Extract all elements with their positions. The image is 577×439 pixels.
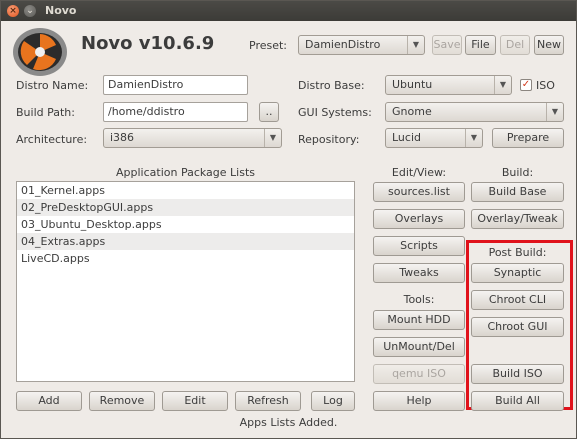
distro-base-label: Distro Base: xyxy=(298,79,365,92)
package-lists-heading: Application Package Lists xyxy=(115,166,255,179)
architecture-value: i386 xyxy=(110,131,135,144)
status-bar: Apps Lists Added. xyxy=(239,416,338,429)
main-window: × ⌄ Novo Novo v10.6.9 Preset: DamienDist… xyxy=(0,0,577,439)
architecture-combo[interactable]: i386 ▼ xyxy=(103,128,282,148)
preset-new-button[interactable]: New xyxy=(534,35,564,55)
overlays-button[interactable]: Overlays xyxy=(373,209,465,229)
preset-save-button: Save xyxy=(432,35,462,55)
preset-value: DamienDistro xyxy=(305,38,381,51)
tweaks-button[interactable]: Tweaks xyxy=(373,263,465,283)
log-button[interactable]: Log xyxy=(311,391,355,411)
scripts-button[interactable]: Scripts xyxy=(373,236,465,256)
app-title: Novo v10.6.9 xyxy=(81,33,215,54)
remove-button[interactable]: Remove xyxy=(89,391,155,411)
repository-value: Lucid xyxy=(392,131,421,144)
chevron-down-icon: ▼ xyxy=(465,129,482,147)
tools-heading: Tools: xyxy=(403,293,435,306)
repository-label: Repository: xyxy=(298,133,360,146)
preset-label: Preset: xyxy=(249,39,288,52)
mount-hdd-button[interactable]: Mount HDD xyxy=(373,310,465,330)
qemu-iso-button: qemu ISO xyxy=(373,364,465,384)
browse-button[interactable]: .. xyxy=(259,102,279,122)
build-all-button[interactable]: Build All xyxy=(471,391,564,411)
preset-combo[interactable]: DamienDistro ▼ xyxy=(298,35,425,55)
gui-systems-combo[interactable]: Gnome ▼ xyxy=(385,102,564,122)
chevron-down-icon: ▼ xyxy=(546,103,563,121)
list-item[interactable]: 03_Ubuntu_Desktop.apps xyxy=(17,216,354,233)
gui-systems-value: Gnome xyxy=(392,105,432,118)
list-item[interactable]: 01_Kernel.apps xyxy=(17,182,354,199)
iso-checkbox[interactable]: ✓ xyxy=(520,79,532,91)
chevron-down-icon: ▼ xyxy=(407,36,424,54)
chevron-down-icon: ▼ xyxy=(494,76,511,94)
chevron-down-icon: ▼ xyxy=(264,129,281,147)
add-button[interactable]: Add xyxy=(16,391,82,411)
distro-base-value: Ubuntu xyxy=(392,78,433,91)
distro-base-combo[interactable]: Ubuntu ▼ xyxy=(385,75,512,95)
window-title: Novo xyxy=(45,4,77,17)
list-item[interactable]: LiveCD.apps xyxy=(17,250,354,267)
sources-list-button[interactable]: sources.list xyxy=(373,182,465,202)
refresh-button[interactable]: Refresh xyxy=(235,391,301,411)
prepare-button[interactable]: Prepare xyxy=(492,128,564,148)
novo-logo-icon xyxy=(13,28,67,76)
gui-systems-label: GUI Systems: xyxy=(298,106,372,119)
package-list[interactable]: 01_Kernel.apps 02_PreDesktopGUI.apps 03_… xyxy=(16,181,355,382)
synaptic-button[interactable]: Synaptic xyxy=(471,263,564,283)
title-bar: × ⌄ Novo xyxy=(1,1,576,21)
unmount-del-button[interactable]: UnMount/Del xyxy=(373,337,465,357)
distro-name-label: Distro Name: xyxy=(16,79,89,92)
build-path-field[interactable]: /home/ddistro xyxy=(103,102,248,122)
help-button[interactable]: Help xyxy=(373,391,465,411)
iso-label: ISO xyxy=(536,79,555,92)
chroot-gui-button[interactable]: Chroot GUI xyxy=(471,317,564,337)
build-heading: Build: xyxy=(501,166,534,179)
overlay-tweak-button[interactable]: Overlay/Tweak xyxy=(471,209,564,229)
preset-file-button[interactable]: File xyxy=(465,35,496,55)
preset-del-button: Del xyxy=(500,35,530,55)
list-item[interactable]: 04_Extras.apps xyxy=(17,233,354,250)
architecture-label: Architecture: xyxy=(16,133,88,146)
list-item[interactable]: 02_PreDesktopGUI.apps xyxy=(17,199,354,216)
edit-button[interactable]: Edit xyxy=(162,391,228,411)
build-iso-button[interactable]: Build ISO xyxy=(471,364,564,384)
close-icon[interactable]: × xyxy=(7,5,19,17)
distro-name-field[interactable]: DamienDistro xyxy=(103,75,248,95)
build-base-button[interactable]: Build Base xyxy=(471,182,564,202)
chroot-cli-button[interactable]: Chroot CLI xyxy=(471,290,564,310)
repository-combo[interactable]: Lucid ▼ xyxy=(385,128,483,148)
build-path-label: Build Path: xyxy=(16,106,75,119)
edit-view-heading: Edit/View: xyxy=(391,166,447,179)
post-build-heading: Post Build: xyxy=(488,246,547,259)
minimize-icon[interactable]: ⌄ xyxy=(24,5,36,17)
